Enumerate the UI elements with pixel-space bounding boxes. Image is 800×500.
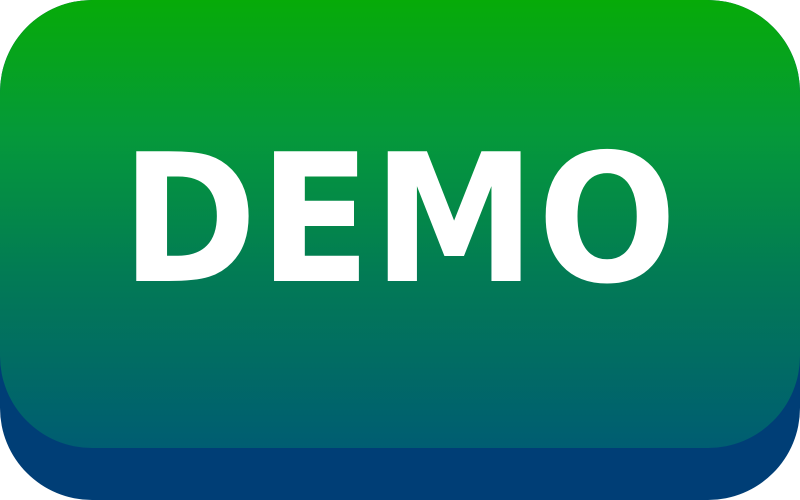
demo-button[interactable]: DEMO [0, 0, 800, 500]
button-face[interactable]: DEMO [0, 0, 800, 448]
demo-button-label: DEMO [121, 116, 679, 323]
